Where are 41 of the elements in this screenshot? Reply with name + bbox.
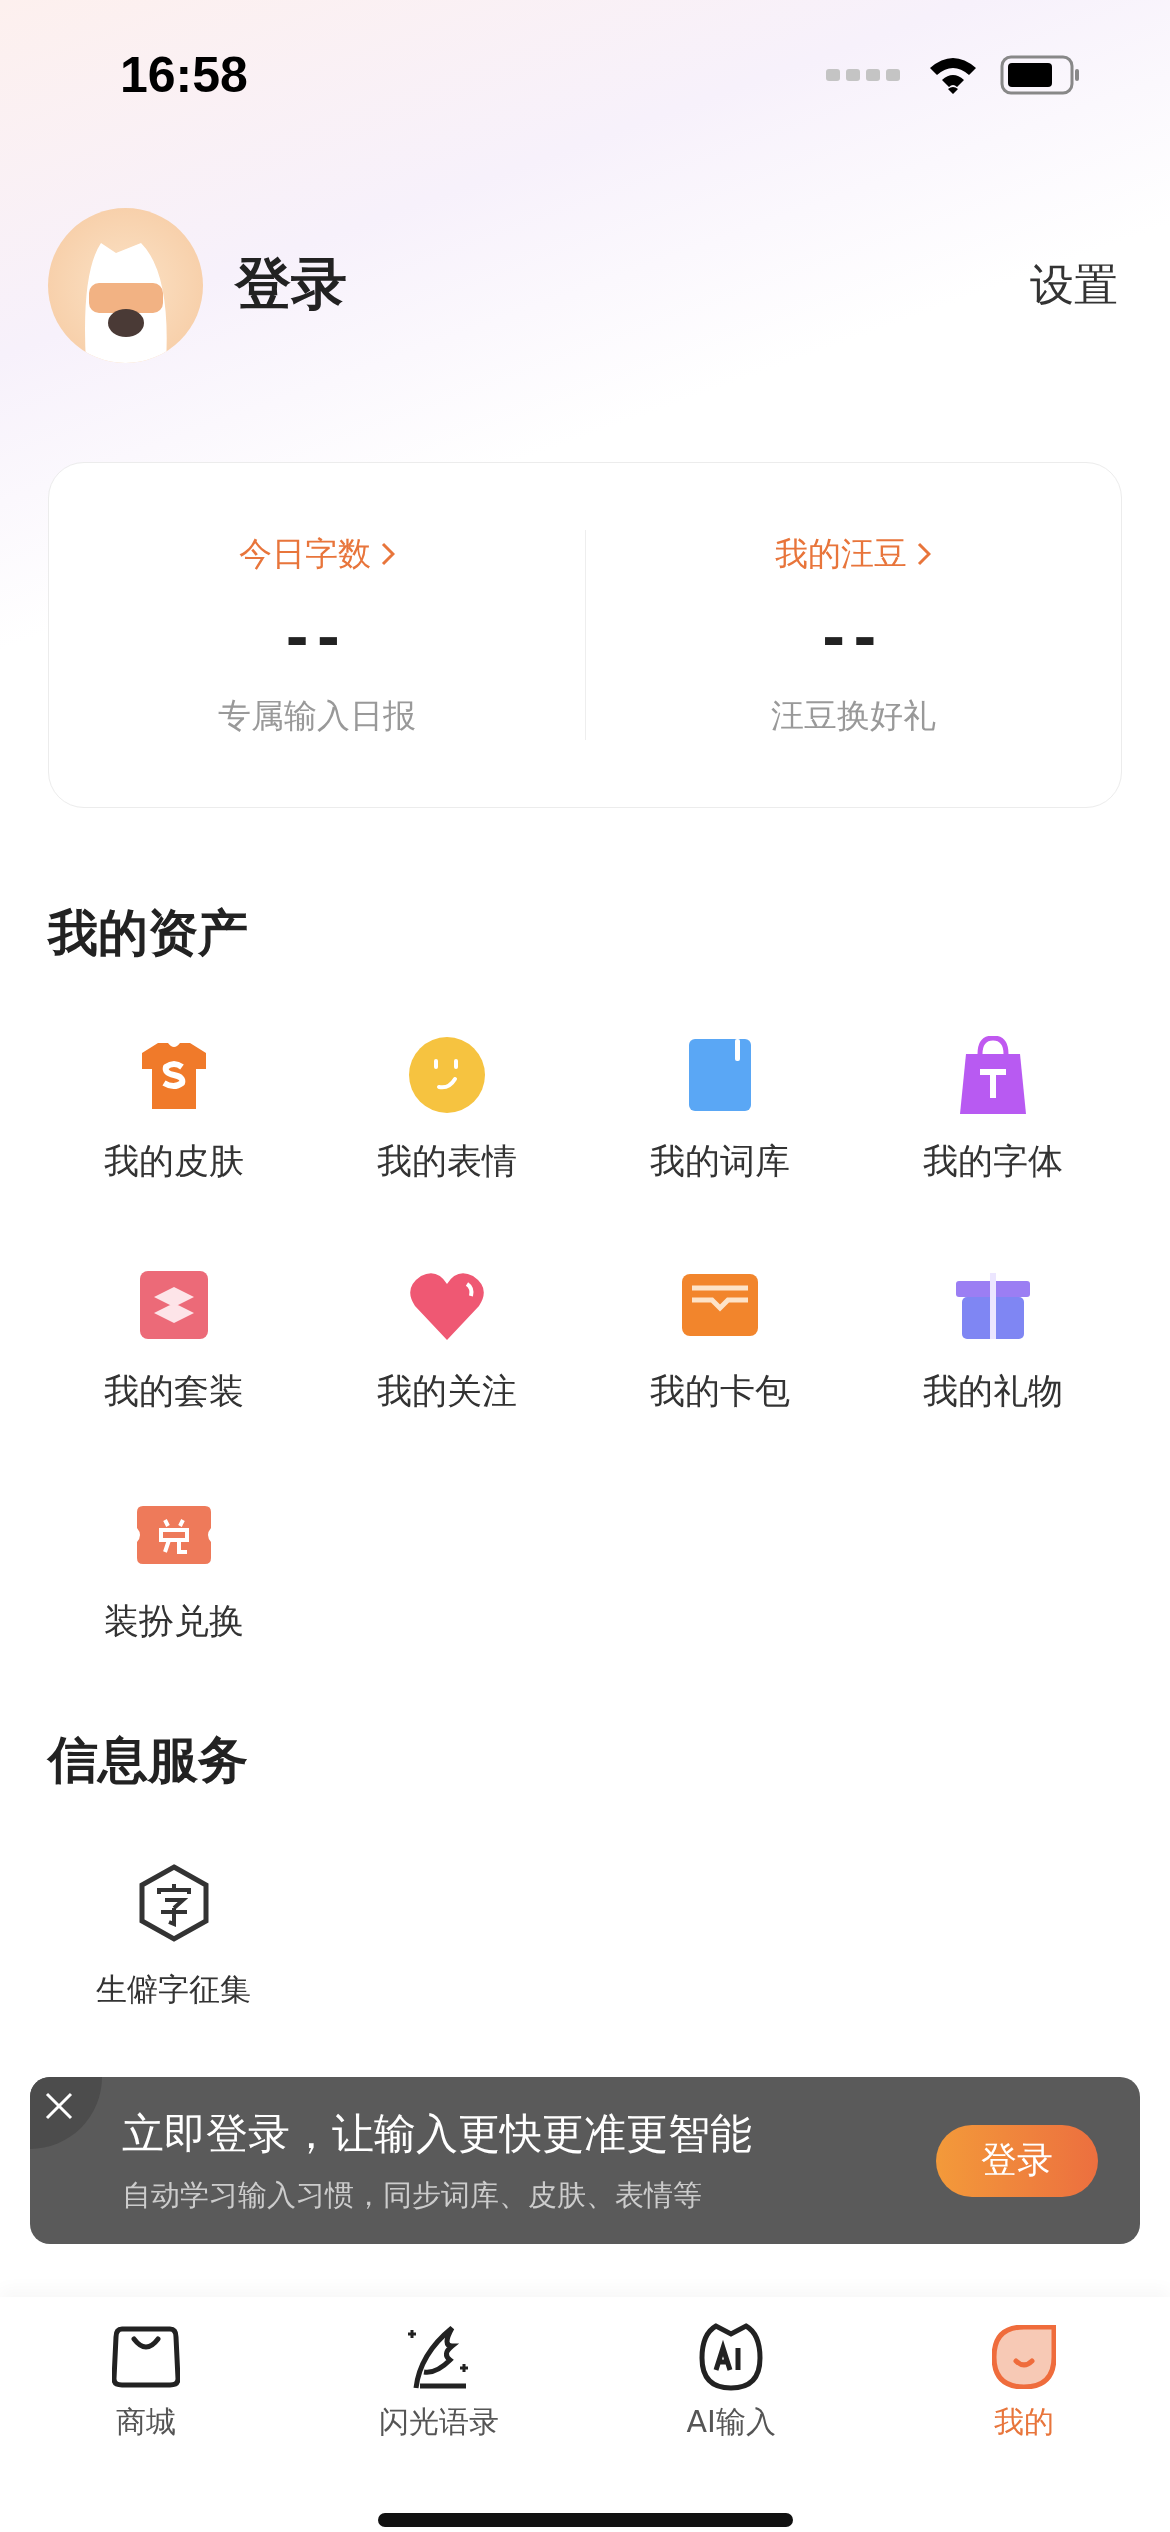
chevron-right-icon — [917, 542, 932, 566]
bag-icon — [112, 2325, 181, 2389]
banner-title: 立即登录，让输入更快更准更智能 — [122, 2107, 753, 2160]
section-title: 我的资产 — [48, 908, 249, 958]
item-label[interactable]: 我的字体 — [922, 1141, 1063, 1181]
ai-icon — [698, 2322, 765, 2392]
wallet-icon — [681, 1274, 758, 1336]
layers-icon — [139, 1271, 208, 1339]
item-label[interactable]: 我的皮肤 — [103, 1141, 244, 1181]
section-title: 信息服务 — [48, 1735, 249, 1785]
chevron-right-icon — [380, 542, 395, 566]
stat-value: -- — [822, 604, 885, 670]
wifi-icon — [928, 56, 978, 94]
settings-link[interactable]: 设置 — [1030, 255, 1118, 315]
login-link[interactable]: 登录 — [235, 247, 1030, 323]
stat-value: -- — [285, 604, 348, 670]
tab[interactable]: 商城 — [0, 2297, 293, 2497]
shopping-bag-icon — [959, 1036, 1026, 1114]
heart-icon — [408, 1270, 485, 1340]
tab[interactable]: AI输入 — [585, 2297, 878, 2497]
item-label[interactable]: 我的卡包 — [649, 1371, 790, 1411]
hexagon-icon — [138, 1864, 209, 1942]
item-label[interactable]: 我的词库 — [649, 1141, 790, 1181]
tab[interactable]: 闪光语录 — [292, 2297, 585, 2497]
stat-caption: 汪豆换好礼 — [770, 694, 936, 737]
ticket-icon — [136, 1506, 211, 1564]
item-label[interactable]: 我的礼物 — [922, 1371, 1063, 1411]
book-icon — [688, 1039, 751, 1111]
stat-caption: 专属输入日报 — [217, 694, 416, 737]
gift-icon — [955, 1271, 1030, 1339]
banner-subtitle: 自动学习输入习惯，同步词库、皮肤、表情等 — [122, 2176, 703, 2214]
item-label[interactable]: 装扮兑换 — [103, 1601, 244, 1641]
close-icon — [44, 2091, 74, 2121]
item-label[interactable]: 我的套装 — [103, 1371, 244, 1411]
item-label[interactable]: 生僻字征集 — [96, 1969, 251, 2009]
status-time: 16:58 — [120, 46, 248, 104]
profile-icon — [991, 2325, 1056, 2389]
battery-icon — [1000, 55, 1080, 95]
smiley-icon — [408, 1037, 485, 1113]
item-label[interactable]: 我的表情 — [376, 1141, 517, 1181]
item-label[interactable]: 我的关注 — [376, 1371, 517, 1411]
